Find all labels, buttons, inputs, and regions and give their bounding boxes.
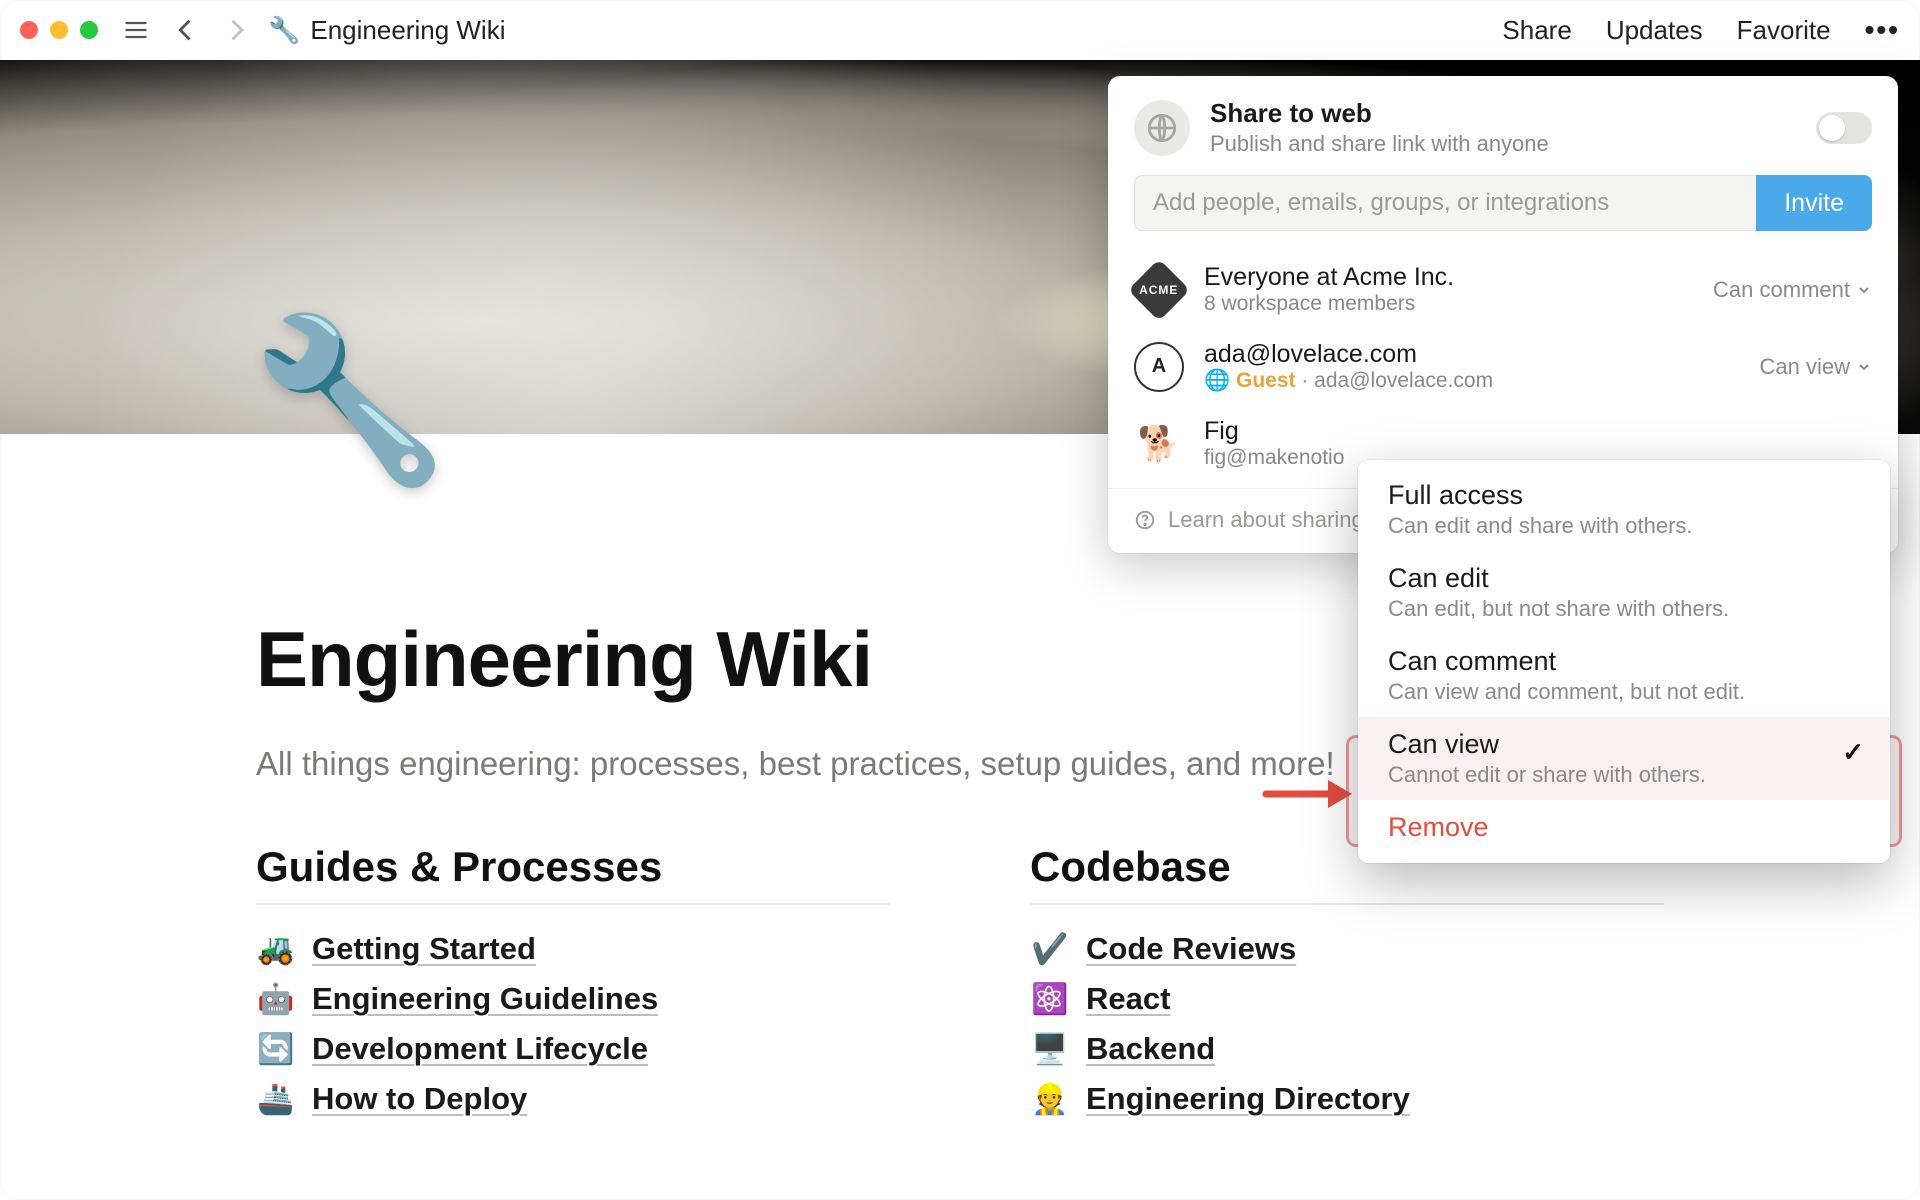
person-title: Everyone at Acme Inc. [1204, 263, 1454, 292]
item-link[interactable]: Code Reviews [1086, 931, 1296, 967]
permission-option-full-access[interactable]: Full access Can edit and share with othe… [1358, 468, 1890, 551]
list-item[interactable]: 🖥️ Backend [1030, 1031, 1664, 1067]
person-subtitle: 8 workspace members [1204, 292, 1454, 316]
item-link[interactable]: Backend [1086, 1031, 1215, 1067]
person-subtitle: fig@makenotio [1204, 446, 1344, 470]
list-item[interactable]: ✔️ Code Reviews [1030, 931, 1664, 967]
share-to-web-row: Share to web Publish and share link with… [1108, 76, 1898, 175]
item-link[interactable]: Development Lifecycle [312, 1031, 648, 1067]
invite-button[interactable]: Invite [1756, 175, 1872, 231]
item-icon: 👷 [1030, 1082, 1070, 1117]
share-person-row[interactable]: ACME Everyone at Acme Inc. 8 workspace m… [1108, 251, 1898, 328]
check-icon: ✓ [1842, 737, 1864, 768]
item-icon: 🚢 [256, 1082, 296, 1117]
permission-dropdown[interactable]: Can view [1760, 354, 1872, 380]
breadcrumb[interactable]: 🔧 Engineering Wiki [268, 15, 505, 46]
list-item[interactable]: 🔄 Development Lifecycle [256, 1031, 890, 1067]
item-icon: ⚛️ [1030, 982, 1070, 1017]
forward-button[interactable] [222, 16, 250, 44]
hamburger-icon[interactable] [122, 16, 150, 44]
permission-dropdown[interactable]: Can comment [1713, 277, 1872, 303]
favorite-button[interactable]: Favorite [1737, 15, 1831, 46]
page-title-breadcrumb: Engineering Wiki [310, 15, 505, 46]
column-codebase: Codebase ✔️Code Reviews ⚛️React 🖥️Backen… [1030, 843, 1664, 1131]
column-guides: Guides & Processes 🚜 Getting Started 🤖 Eng… [256, 843, 890, 1131]
permission-menu: Full access Can edit and share with othe… [1358, 460, 1890, 863]
item-link[interactable]: How to Deploy [312, 1081, 527, 1117]
permission-option-remove[interactable]: Remove [1358, 800, 1890, 855]
item-link[interactable]: Engineering Guidelines [312, 981, 658, 1017]
avatar: 🐕 [1134, 419, 1184, 469]
list-item[interactable]: 🚜 Getting Started [256, 931, 890, 967]
chevron-down-icon [1856, 359, 1872, 375]
item-icon: 🖥️ [1030, 1032, 1070, 1067]
item-icon: 🤖 [256, 982, 296, 1017]
item-link[interactable]: Getting Started [312, 931, 536, 967]
list-item[interactable]: 🚢 How to Deploy [256, 1081, 890, 1117]
page-icon[interactable]: 🔧 [250, 320, 449, 480]
item-link[interactable]: Engineering Directory [1086, 1081, 1410, 1117]
fullscreen-window-button[interactable] [80, 21, 98, 39]
topbar: 🔧 Engineering Wiki Share Updates Favorit… [0, 0, 1920, 60]
list-item[interactable]: 🤖 Engineering Guidelines [256, 981, 890, 1017]
more-menu-button[interactable]: ••• [1865, 14, 1900, 46]
invite-input[interactable] [1134, 175, 1756, 231]
item-link[interactable]: React [1086, 981, 1170, 1017]
avatar: A [1134, 342, 1184, 392]
chevron-down-icon [1856, 282, 1872, 298]
updates-button[interactable]: Updates [1606, 15, 1703, 46]
window-controls [20, 21, 98, 39]
back-button[interactable] [172, 16, 200, 44]
globe-small-icon: 🌐 [1204, 369, 1236, 392]
share-button[interactable]: Share [1502, 15, 1571, 46]
column-heading[interactable]: Guides & Processes [256, 843, 890, 891]
globe-icon [1134, 100, 1190, 156]
list-item[interactable]: 👷 Engineering Directory [1030, 1081, 1664, 1117]
workspace-icon: ACME [1128, 258, 1190, 320]
share-to-web-subtitle: Publish and share link with anyone [1210, 131, 1549, 157]
permission-option-can-edit[interactable]: Can edit Can edit, but not share with ot… [1358, 551, 1890, 634]
item-icon: 🚜 [256, 932, 296, 967]
share-to-web-toggle[interactable] [1816, 112, 1872, 144]
permission-option-can-view[interactable]: Can view Cannot edit or share with other… [1358, 717, 1890, 800]
person-subtitle: 🌐 Guest · ada@lovelace.com [1204, 369, 1493, 393]
person-title: ada@lovelace.com [1204, 340, 1493, 369]
share-person-row[interactable]: A ada@lovelace.com 🌐 Guest · ada@lovelac… [1108, 328, 1898, 405]
person-title: Fig [1204, 417, 1344, 446]
share-to-web-title: Share to web [1210, 98, 1549, 129]
item-icon: 🔄 [256, 1032, 296, 1067]
help-icon [1134, 509, 1156, 531]
minimize-window-button[interactable] [50, 21, 68, 39]
list-item[interactable]: ⚛️ React [1030, 981, 1664, 1017]
item-icon: ✔️ [1030, 932, 1070, 967]
permission-option-can-comment[interactable]: Can comment Can view and comment, but no… [1358, 634, 1890, 717]
page-icon-small: 🔧 [268, 15, 300, 46]
close-window-button[interactable] [20, 21, 38, 39]
